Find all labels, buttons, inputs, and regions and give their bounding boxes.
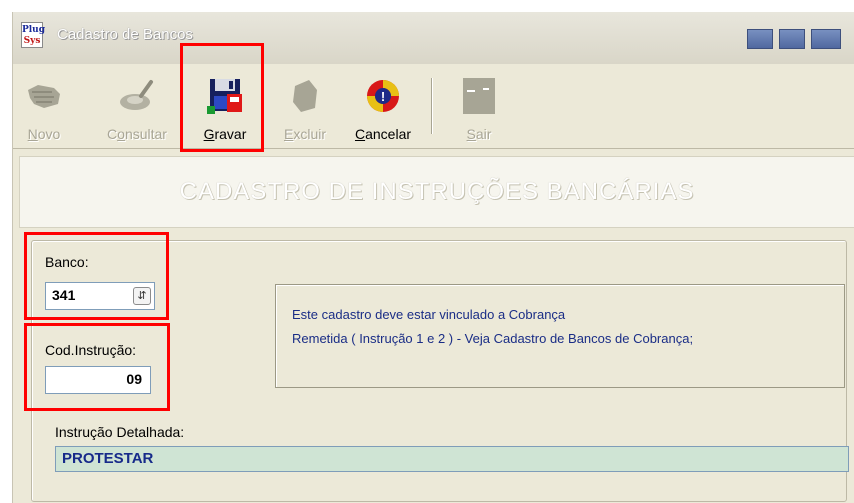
app-logo: Plug Sys (21, 22, 46, 48)
cod-instrucao-value: 09 (126, 371, 142, 387)
maximize-button[interactable] (779, 29, 805, 49)
excluir-label: Excluir (283, 126, 326, 142)
consultar-label: Consultar (107, 126, 167, 142)
app-logo-line1: Plug (22, 25, 46, 35)
info-line-2: Remetida ( Instrução 1 e 2 ) - Veja Cada… (292, 331, 694, 346)
gravar-button[interactable]: Gravar (195, 64, 255, 148)
instrucao-detalhada-value: PROTESTAR (62, 450, 154, 467)
delete-icon (293, 80, 317, 112)
instrucao-detalhada-input[interactable]: PROTESTAR (55, 446, 849, 472)
sair-button[interactable]: Sair (457, 64, 501, 148)
hand-new-icon (28, 85, 60, 108)
banco-label: Banco: (45, 254, 89, 270)
app-window: Plug Sys Cadastro de Bancos Novo Consult… (12, 12, 854, 503)
exit-door-icon (463, 78, 495, 114)
close-button[interactable] (811, 29, 841, 49)
novo-button[interactable]: Novo (21, 64, 67, 148)
cod-instrucao-input[interactable]: 09 (45, 366, 151, 394)
cod-instrucao-label: Cod.Instrução: (45, 342, 137, 358)
cancelar-button[interactable]: ! Cancelar (347, 64, 419, 148)
toolbar-separator (431, 78, 433, 134)
sair-label: Sair (466, 126, 492, 142)
toolbar: Novo Consultar Gravar Excluir ! Cancelar… (13, 64, 854, 149)
cancelar-label: Cancelar (354, 126, 412, 142)
banco-value: 341 (52, 287, 76, 303)
banco-spin-button[interactable]: ⇵ (133, 287, 151, 305)
title-bar[interactable]: Plug Sys Cadastro de Bancos (13, 12, 854, 65)
excluir-button[interactable]: Excluir (277, 64, 333, 148)
minimize-button[interactable] (747, 29, 773, 49)
svg-text:!: ! (381, 89, 385, 104)
floppy-save-icon (207, 79, 242, 114)
consultar-button[interactable]: Consultar (99, 64, 175, 148)
magnifier-consult-icon (120, 80, 153, 110)
section-banner: CADASTRO DE INSTRUÇÕES BANCÁRIAS (19, 156, 854, 228)
info-box: Este cadastro deve estar vinculado a Cob… (275, 284, 845, 388)
page-title: CADASTRO DE INSTRUÇÕES BANCÁRIAS (179, 178, 695, 205)
window-title: Cadastro de Bancos (57, 26, 193, 43)
novo-label: Novo (27, 126, 61, 142)
info-line-1: Este cadastro deve estar vinculado a Cob… (292, 307, 566, 322)
app-logo-line2: Sys (23, 36, 41, 46)
gravar-label: Gravar (203, 126, 247, 142)
instrucao-detalhada-label: Instrução Detalhada: (55, 424, 185, 440)
cancel-refresh-icon: ! (367, 80, 399, 112)
